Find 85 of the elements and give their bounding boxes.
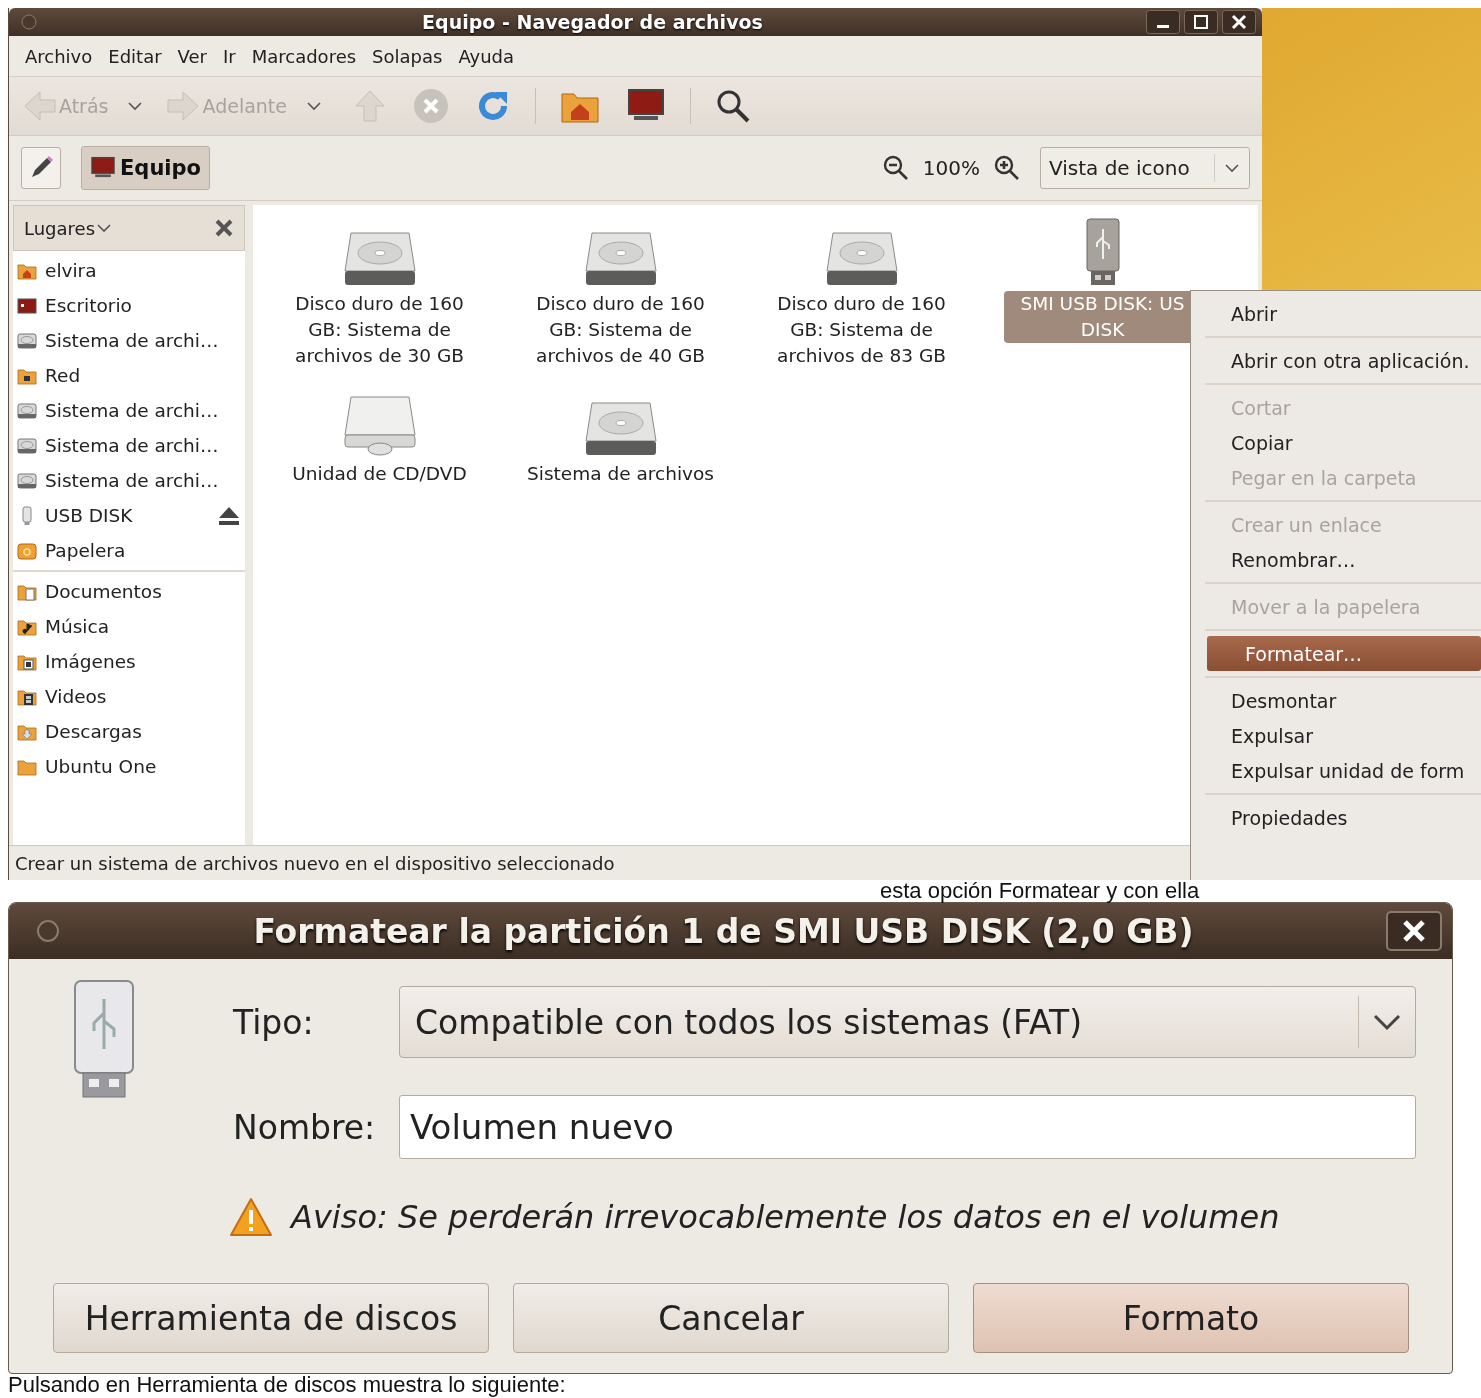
caret-icon <box>1225 163 1239 173</box>
window-menu-icon[interactable] <box>35 918 61 944</box>
close-icon[interactable] <box>1386 911 1442 951</box>
sidebar-item[interactable]: Sistema de archi… <box>13 393 245 428</box>
trash-icon <box>17 540 37 561</box>
menu-item[interactable]: Editar <box>102 43 168 69</box>
name-label: Nombre: <box>232 1107 377 1147</box>
caret-icon <box>1373 1013 1401 1031</box>
menu-item[interactable]: Ayuda <box>452 43 520 69</box>
menu-item[interactable]: Expulsar <box>1191 718 1481 753</box>
menu-item[interactable]: Abrir con otra aplicación. <box>1191 343 1481 378</box>
menu-item[interactable]: Ver <box>171 43 213 69</box>
hard-drive-icon <box>824 229 899 287</box>
optical-drive-icon <box>342 393 417 457</box>
dialog-button[interactable]: Formato <box>973 1283 1409 1353</box>
sidebar-title[interactable]: Lugares <box>24 217 96 239</box>
sidebar-item[interactable]: Música <box>13 609 245 644</box>
close-icon[interactable] <box>214 218 234 238</box>
window-title: Equipo - Navegador de archivos <box>421 11 764 33</box>
dropdown-caret-icon <box>128 101 143 111</box>
menu-item[interactable]: Archivo <box>19 43 99 69</box>
sidebar-item[interactable]: Descargas <box>13 714 245 749</box>
type-label: Tipo: <box>232 1002 315 1042</box>
sidebar-item[interactable]: Sistema de archi… <box>13 428 245 463</box>
sidebar-item[interactable]: Sistema de archi… <box>13 463 245 498</box>
zoom-in-button[interactable] <box>994 155 1020 181</box>
right-arrow-icon <box>166 89 201 123</box>
sidebar-item[interactable]: Escritorio <box>13 288 245 323</box>
zoom-in-icon <box>994 155 1020 181</box>
menu-item[interactable]: Ir <box>217 43 242 69</box>
sidebar-item[interactable]: Red <box>13 358 245 393</box>
zoom-out-icon <box>882 155 909 181</box>
hard-drive-icon <box>583 399 658 457</box>
hard-drive-icon <box>17 435 37 456</box>
caption-text: esta opción Formatear y con ella <box>879 880 1201 902</box>
hard-drive-icon <box>17 330 37 351</box>
menu-item[interactable]: Solapas <box>366 43 449 69</box>
name-field[interactable]: Volumen nuevo <box>399 1095 1416 1159</box>
device-label[interactable]: Disco duro de 160 GB: Sistema de archivos de 30 GB <box>280 291 479 369</box>
sidebar-item[interactable]: Videos <box>13 679 245 714</box>
type-dropdown[interactable]: Compatible con todos los sistemas (FAT) <box>399 986 1416 1058</box>
warning-text: Aviso: Se perderán irrevocablemente los datos en el volumen <box>291 1198 1280 1236</box>
sidebar-item[interactable]: Sistema de archi… <box>13 323 245 358</box>
menu-item[interactable]: Expulsar unidad de form <box>1191 753 1481 788</box>
hard-drive-icon <box>342 229 417 287</box>
sidebar-item[interactable]: Papelera <box>13 533 245 568</box>
hard-drive-icon <box>583 229 658 287</box>
menu-item[interactable]: Propiedades <box>1191 800 1481 835</box>
search-icon[interactable] <box>715 88 751 124</box>
maximize-icon[interactable] <box>1184 10 1218 34</box>
menu-item[interactable]: Marcadores <box>245 43 363 69</box>
menu-item[interactable]: Renombrar… <box>1191 542 1481 577</box>
caret-icon <box>97 223 112 233</box>
device-label[interactable]: Disco duro de 160 GB: Sistema de archivos de 83 GB <box>762 291 961 369</box>
dropdown-caret-icon <box>307 101 321 111</box>
edit-location-button[interactable] <box>21 147 61 189</box>
device-label[interactable]: Unidad de CD/DVD <box>280 461 479 487</box>
menu-item[interactable]: Formatear… <box>1207 636 1481 671</box>
hard-drive-icon <box>17 400 37 421</box>
zoom-level: 100% <box>922 156 980 180</box>
path-button[interactable]: Equipo <box>81 146 210 190</box>
zoom-out-button[interactable] <box>882 155 909 181</box>
sidebar-item[interactable]: USB DISK <box>13 498 245 533</box>
menu-item[interactable]: Copiar <box>1191 425 1481 460</box>
desktop-icon <box>17 295 37 316</box>
usb-stick-icon <box>1084 217 1121 287</box>
left-arrow-icon <box>23 89 57 123</box>
caption-text: Pulsando en Herramienta de discos muestra lo siguiente: <box>7 1374 567 1396</box>
device-label[interactable]: Sistema de archivos <box>521 461 720 487</box>
view-mode-dropdown[interactable]: Vista de icono <box>1040 147 1250 189</box>
monitor-icon <box>90 156 116 180</box>
hard-drive-icon <box>17 470 37 491</box>
minimize-icon[interactable] <box>1146 10 1180 34</box>
close-icon[interactable] <box>1222 10 1256 34</box>
dialog-button[interactable]: Cancelar <box>513 1283 949 1353</box>
sidebar-item[interactable]: Imágenes <box>13 644 245 679</box>
dialog-title: Formatear la partición 1 de SMI USB DISK (2,0 GB) <box>252 911 1195 951</box>
usb-stick-icon <box>73 979 135 1101</box>
dialog-button[interactable]: Herramienta de discos <box>53 1283 489 1353</box>
sidebar-item[interactable]: elvira <box>13 253 245 288</box>
menu-item[interactable]: Desmontar <box>1191 683 1481 718</box>
sidebar-item[interactable]: Documentos <box>13 574 245 609</box>
device-label[interactable]: Disco duro de 160 GB: Sistema de archivos de 40 GB <box>521 291 720 369</box>
sidebar-item[interactable]: Ubuntu One <box>13 749 245 784</box>
warning-icon <box>229 1197 273 1237</box>
